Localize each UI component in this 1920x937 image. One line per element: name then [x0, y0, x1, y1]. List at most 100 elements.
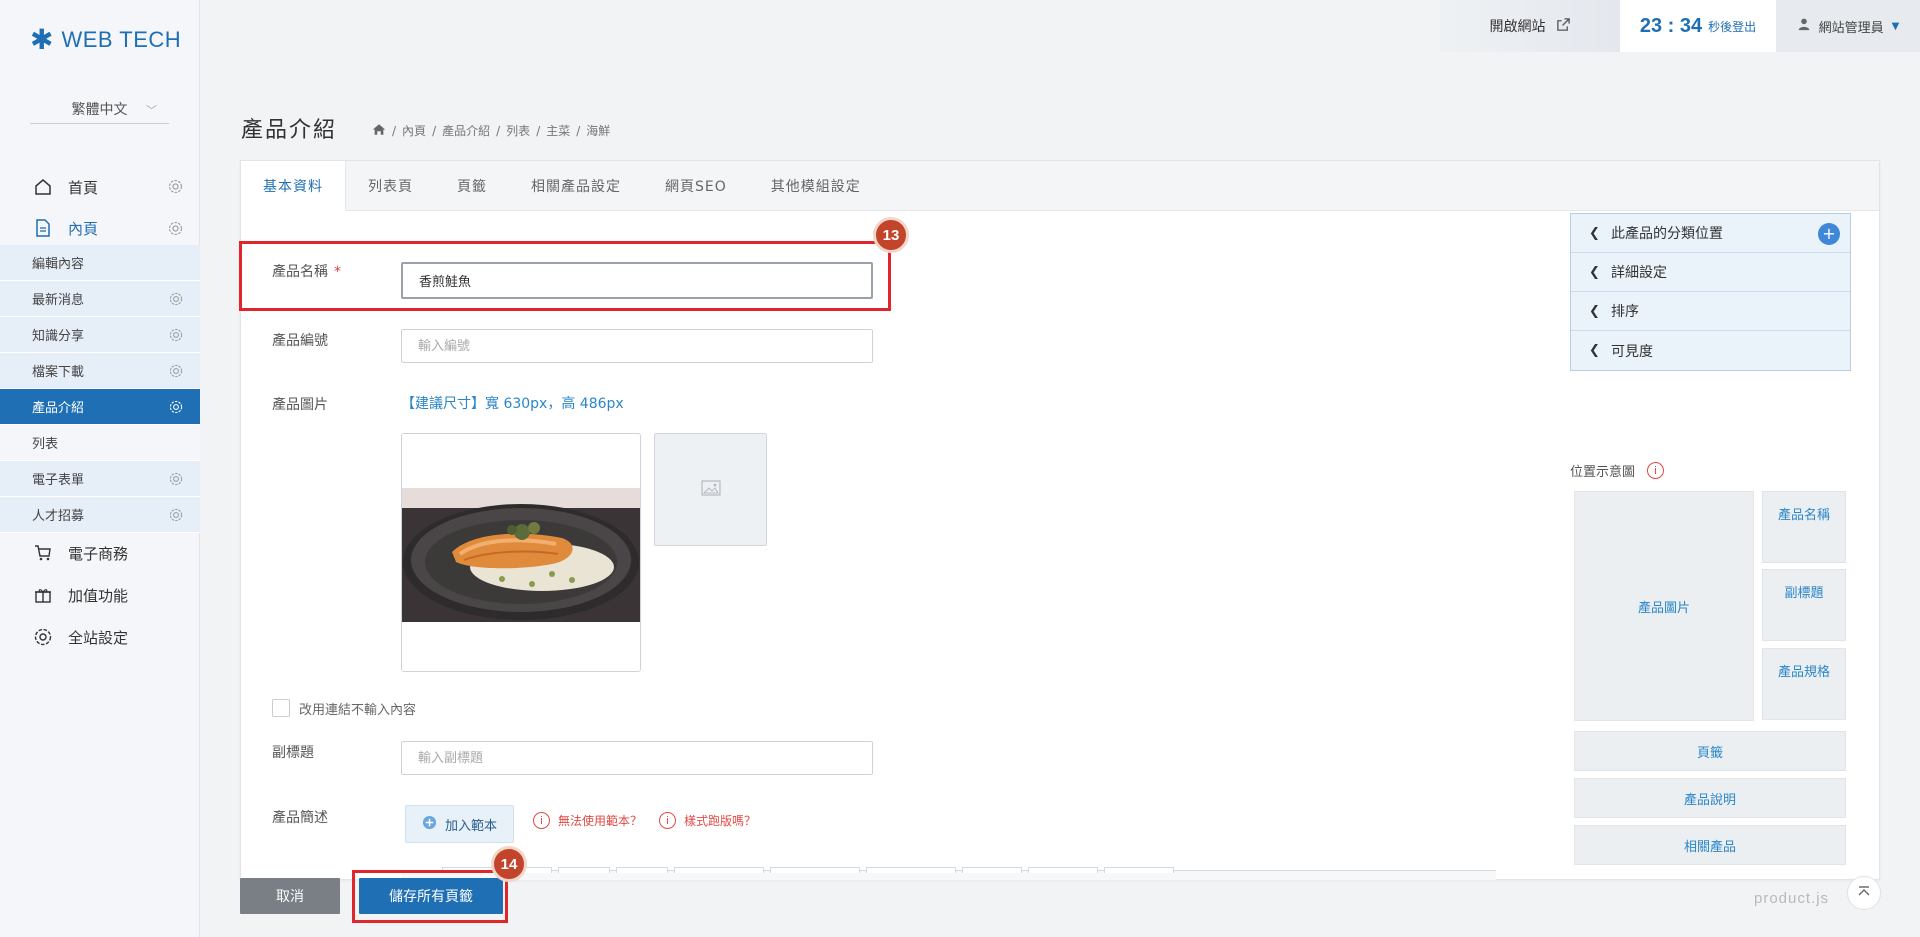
editor-toolbar-group[interactable]: [1028, 867, 1098, 873]
use-link-checkbox[interactable]: [272, 699, 290, 717]
gear-icon[interactable]: [168, 291, 184, 307]
sidebar-item-label: 最新消息: [32, 293, 85, 308]
sidebar-item-label: 知識分享: [32, 329, 85, 344]
accordion-visibility[interactable]: ❮ 可見度: [1571, 331, 1850, 370]
gear-icon[interactable]: [168, 363, 184, 379]
add-category-icon[interactable]: +: [1818, 223, 1840, 245]
asterisk-logo-icon: ✱: [30, 23, 54, 56]
open-site-label: 開啟網站: [1489, 19, 1546, 35]
tab-other-modules[interactable]: 其他模組設定: [749, 161, 883, 211]
caret-down-icon: ▼: [1891, 20, 1900, 32]
scroll-to-top-button[interactable]: [1847, 876, 1881, 910]
user-menu[interactable]: 網站管理員 ▼: [1776, 0, 1920, 52]
brand-logo[interactable]: ✱ WEB TECH: [30, 26, 181, 54]
sidebar-item-knowledge[interactable]: 知識分享: [0, 317, 200, 353]
use-link-label: 改用連結不輸入內容: [299, 703, 417, 718]
chevron-left-icon: ❮: [1589, 303, 1600, 319]
sidebar-item-list[interactable]: 列表: [0, 425, 200, 461]
editor-toolbar-group[interactable]: [616, 867, 668, 873]
info-icon[interactable]: i: [1647, 462, 1665, 479]
nav-label-home: 首頁: [68, 178, 99, 197]
breadcrumb-item[interactable]: 產品介紹: [442, 122, 490, 139]
gear-icon[interactable]: [168, 507, 184, 523]
product-code-input[interactable]: [401, 329, 873, 363]
diagram-block-related: 相關產品: [1574, 825, 1846, 865]
breadcrumb-item[interactable]: 主菜: [546, 122, 570, 139]
product-image-preview[interactable]: [401, 433, 641, 672]
tab-list-page[interactable]: 列表頁: [346, 161, 435, 211]
chevron-down-icon: ﹀: [146, 104, 157, 117]
tab-basic-info[interactable]: 基本資料: [241, 161, 346, 211]
image-placeholder-icon: [700, 479, 721, 500]
breadcrumb: / 內頁 / 產品介紹 / 列表 / 主菜 / 海鮮: [372, 122, 610, 139]
user-icon: [1797, 17, 1811, 35]
sidebar-item-news[interactable]: 最新消息: [0, 281, 200, 317]
gear-icon[interactable]: [167, 220, 184, 237]
accordion-label: 此產品的分類位置: [1611, 226, 1723, 242]
accordion-detail-settings[interactable]: ❮ 詳細設定: [1571, 253, 1850, 292]
gear-icon[interactable]: [167, 178, 184, 195]
editor-toolbar-group[interactable]: [674, 867, 764, 873]
breadcrumb-item[interactable]: 海鮮: [586, 122, 610, 139]
gear-icon[interactable]: [168, 471, 184, 487]
breadcrumb-separator: /: [392, 123, 397, 138]
cancel-button[interactable]: 取消: [240, 878, 340, 914]
add-template-label: 加入範本: [445, 818, 498, 834]
subtitle-input[interactable]: [401, 741, 873, 775]
plus-circle-icon: [422, 815, 437, 834]
editor-toolbar-group[interactable]: [770, 867, 860, 873]
gear-icon[interactable]: [168, 399, 184, 415]
side-accordion: ❮ 此產品的分類位置 + ❮ 詳細設定 ❮ 排序 ❮ 可見度: [1570, 213, 1851, 371]
add-template-button[interactable]: 加入範本: [405, 805, 515, 843]
sidebar: ✱ WEB TECH 繁體中文 ﹀ 首頁 內頁 編輯內容 最新消息 知識分享 檔…: [0, 0, 200, 937]
step-badge: 13: [873, 217, 909, 253]
nav-item-site-settings[interactable]: 全站設定: [0, 616, 200, 658]
nav-item-home[interactable]: 首頁: [0, 166, 200, 208]
gear-icon[interactable]: [168, 327, 184, 343]
highlight-box: [352, 870, 508, 923]
nav-label-ecommerce: 電子商務: [68, 544, 129, 563]
editor-toolbar-group[interactable]: [1104, 867, 1174, 873]
breadcrumb-item[interactable]: 列表: [506, 122, 530, 139]
open-site-button[interactable]: 開啟網站: [1440, 0, 1620, 52]
nav-item-ecommerce[interactable]: 電子商務: [0, 532, 200, 574]
editor-toolbar: [402, 867, 1496, 880]
accordion-label: 詳細設定: [1611, 265, 1667, 281]
diagram-block-subtitle: 副標題: [1762, 569, 1846, 641]
editor-toolbar-group[interactable]: [962, 867, 1022, 873]
info-icon: i: [659, 812, 676, 829]
image-size-hint: 【建議尺寸】寬 630px，高 486px: [401, 396, 624, 412]
external-link-icon: [1556, 17, 1571, 36]
page-title: 產品介紹: [241, 118, 338, 143]
nav-label-inner: 內頁: [68, 219, 99, 238]
accordion-sorting[interactable]: ❮ 排序: [1571, 292, 1850, 331]
step-badge: 14: [491, 846, 527, 882]
tab-seo[interactable]: 網頁SEO: [643, 161, 749, 211]
editor-toolbar-group[interactable]: [558, 867, 610, 873]
breadcrumb-item[interactable]: 內頁: [402, 122, 426, 139]
sidebar-item-label: 編輯內容: [32, 257, 85, 272]
style-help-link[interactable]: i 樣式跑版嗎？: [659, 812, 756, 829]
accordion-category-position[interactable]: ❮ 此產品的分類位置 +: [1571, 214, 1850, 253]
sidebar-item-downloads[interactable]: 檔案下載: [0, 353, 200, 389]
chevron-left-icon: ❮: [1589, 225, 1600, 241]
sidebar-item-products[interactable]: 產品介紹: [0, 389, 200, 425]
template-help-link[interactable]: i 無法使用範本？: [533, 812, 642, 829]
timer-value: 23 : 34: [1639, 14, 1703, 37]
language-select[interactable]: 繁體中文 ﹀: [30, 94, 169, 124]
diagram-block-description: 產品說明: [1574, 778, 1846, 818]
editor-toolbar-group[interactable]: [866, 867, 956, 873]
tab-related-products[interactable]: 相關產品設定: [509, 161, 643, 211]
diagram-block-tabs: 頁籤: [1574, 731, 1846, 771]
cart-icon: [32, 542, 54, 564]
add-image-slot[interactable]: [654, 433, 767, 546]
sidebar-item-forms[interactable]: 電子表單: [0, 461, 200, 497]
breadcrumb-separator: /: [496, 123, 501, 138]
nav-item-addons[interactable]: 加值功能: [0, 574, 200, 616]
nav-label-addons: 加值功能: [68, 586, 129, 605]
sidebar-item-edit-content[interactable]: 編輯內容: [0, 245, 200, 281]
nav-item-inner[interactable]: 內頁: [0, 208, 200, 250]
tab-tabs[interactable]: 頁籤: [435, 161, 509, 211]
sidebar-item-recruitment[interactable]: 人才招募: [0, 497, 200, 533]
home-icon[interactable]: [372, 123, 386, 139]
